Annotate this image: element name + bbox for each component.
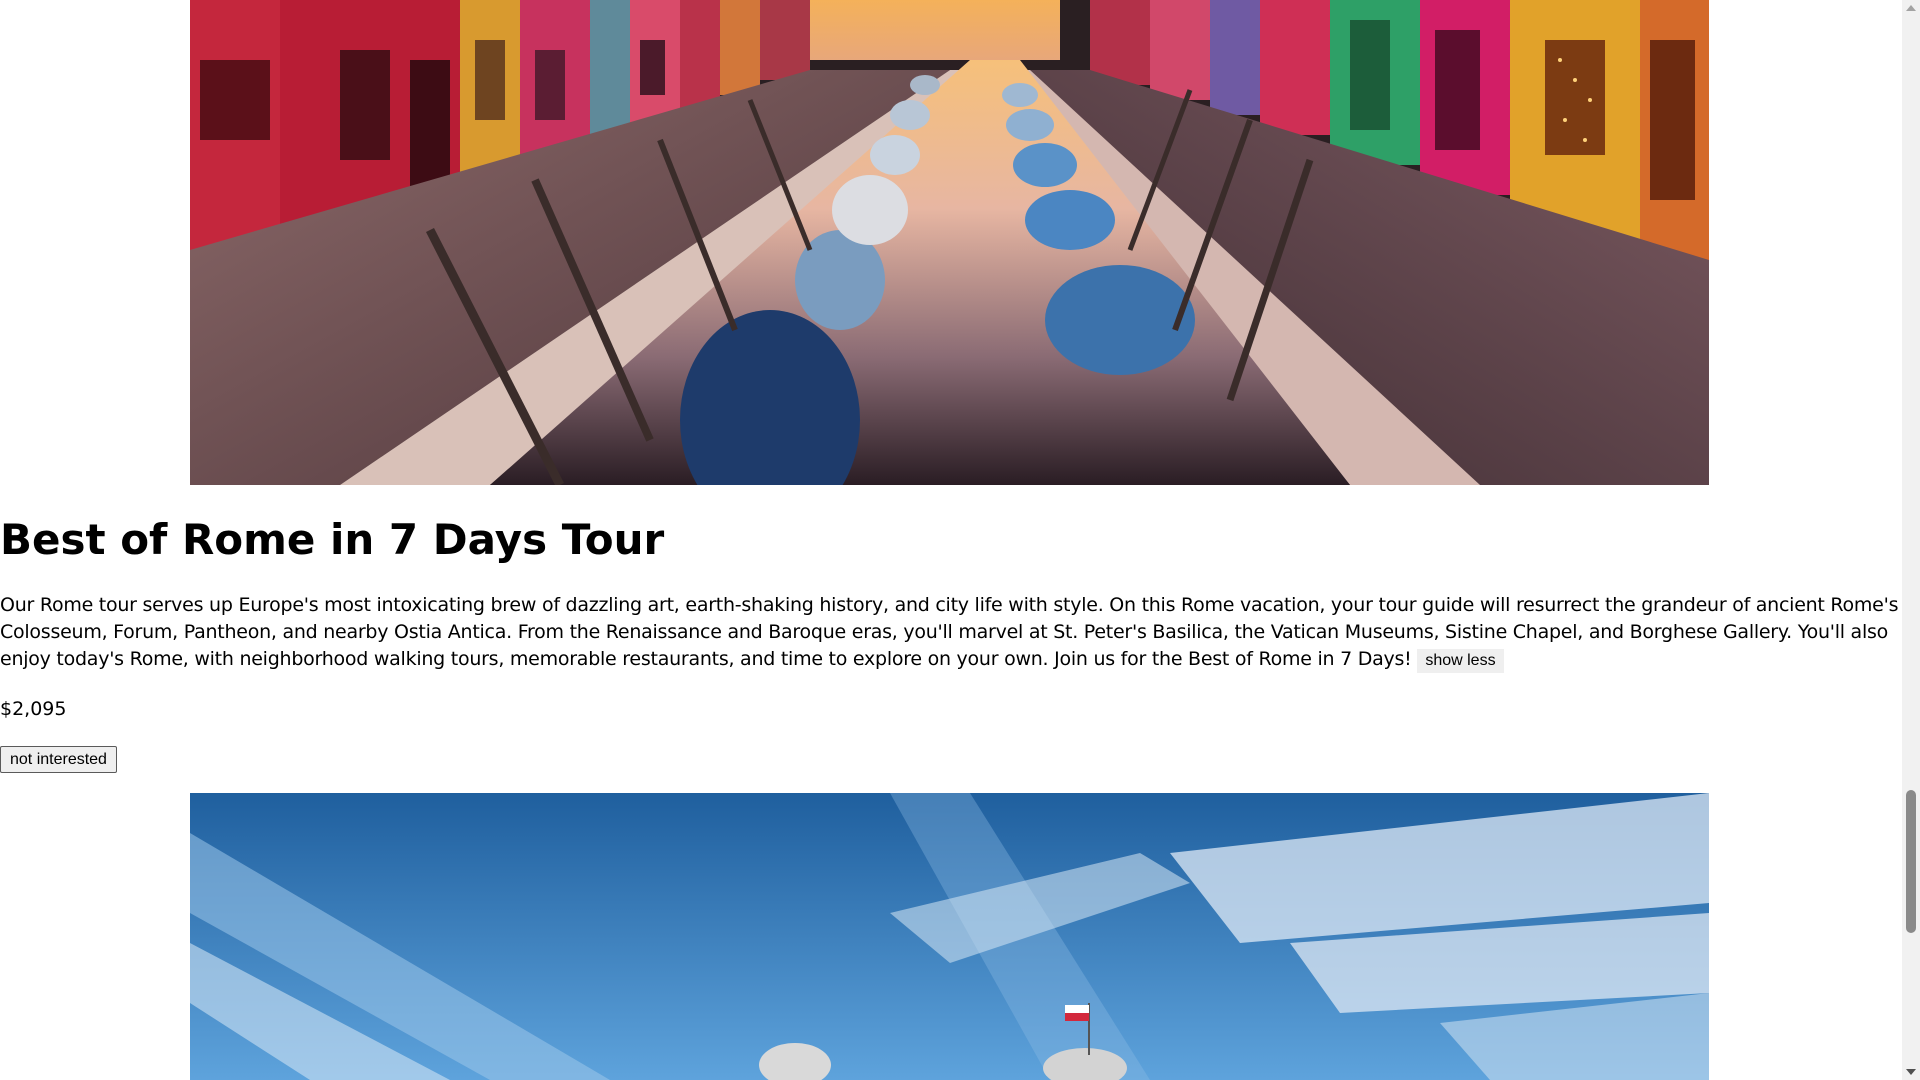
- tour-price: $2,095: [0, 698, 67, 720]
- scroll-down-arrow-icon[interactable]: [1906, 1069, 1916, 1075]
- tour-image: [190, 0, 1709, 485]
- castle-sky-photo: [190, 793, 1709, 1080]
- tour-description: Our Rome tour serves up Europe's most in…: [0, 592, 1900, 673]
- show-less-button[interactable]: show less: [1417, 649, 1504, 673]
- vertical-scrollbar[interactable]: [1902, 0, 1920, 1080]
- next-tour-image: [190, 793, 1709, 1080]
- canal-photo: [190, 0, 1709, 485]
- scroll-up-arrow-icon[interactable]: [1906, 5, 1916, 11]
- not-interested-button[interactable]: not interested: [0, 746, 117, 773]
- tour-title: Best of Rome in 7 Days Tour: [0, 515, 665, 564]
- scrollbar-thumb[interactable]: [1906, 790, 1916, 933]
- tour-description-text: Our Rome tour serves up Europe's most in…: [0, 594, 1899, 670]
- page-viewport: Best of Rome in 7 Days Tour Our Rome tou…: [0, 0, 1902, 1080]
